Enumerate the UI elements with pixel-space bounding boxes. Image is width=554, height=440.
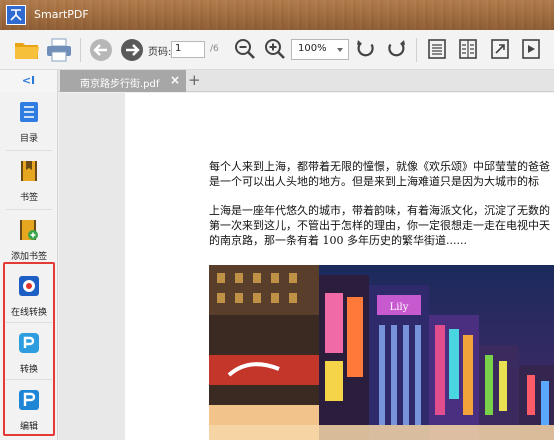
fullscreen-icon[interactable]	[490, 38, 510, 60]
highlight-box	[3, 262, 55, 436]
page-total: /6	[210, 44, 219, 54]
rotate-right-icon[interactable]	[385, 38, 407, 60]
pdf-page: 每个人来到上海，都带着无限的憧憬，就像《欢乐颂》中邱莹莹的爸爸 是一个可以出人头…	[125, 93, 554, 440]
sidebar-item-add-bookmark[interactable]: 添加书签	[0, 210, 58, 268]
app-title: SmartPDF	[34, 8, 89, 21]
print-icon[interactable]	[46, 38, 72, 62]
app-logo-icon	[6, 5, 26, 25]
collapse-sidebar-button[interactable]: <I	[0, 70, 58, 92]
sidebar-item-label: 书签	[19, 193, 38, 203]
close-icon[interactable]: ×	[170, 73, 180, 87]
single-page-view-icon[interactable]	[427, 38, 447, 60]
zoom-value: 100%	[298, 43, 327, 54]
sidebar-item-label: 目录	[19, 134, 38, 144]
paragraph-1-line-2: 是一个可以出人头地的地方。但是来到上海难道只是因为大城市的标	[209, 175, 539, 188]
continuous-view-icon[interactable]	[458, 38, 478, 60]
paragraph-2-line-1: 上海是一座年代悠久的城市，带着韵味，有着海派文化，沉淀了无数的	[209, 204, 550, 217]
zoom-out-icon[interactable]	[234, 38, 256, 60]
sidebar-item-label: 添加书签	[10, 252, 47, 262]
add-bookmark-icon	[20, 220, 38, 240]
paragraph-1-line-1: 每个人来到上海，都带着无限的憧憬，就像《欢乐颂》中邱莹莹的爸爸	[209, 160, 550, 173]
tab-label: 南京路步行街.pdf	[80, 79, 160, 90]
street-photo: Lily	[209, 265, 554, 440]
rotate-left-icon[interactable]	[355, 38, 377, 60]
previous-page-icon[interactable]	[89, 38, 113, 62]
bookmark-icon	[21, 161, 37, 181]
page-number-input[interactable]: 1	[171, 41, 205, 58]
slideshow-icon[interactable]	[521, 38, 541, 60]
page-label: 页码:	[148, 47, 172, 58]
sidebar: 目录 书签 添加书签 在线转换 转换 编辑	[0, 92, 58, 440]
new-tab-button[interactable]: +	[188, 71, 201, 89]
sidebar-item-bookmarks[interactable]: 书签	[0, 151, 58, 209]
list-icon	[20, 102, 38, 122]
sidebar-item-toc[interactable]: 目录	[0, 92, 58, 150]
zoom-in-icon[interactable]	[264, 38, 286, 60]
tab-bar: <I 南京路步行街.pdf × +	[0, 70, 554, 92]
document-viewer[interactable]: 每个人来到上海，都带着无限的憧憬，就像《欢乐颂》中邱莹莹的爸爸 是一个可以出人头…	[59, 93, 554, 440]
paragraph-2-line-3: 的南京路，那一条有着 100 多年历史的繁华街道......	[209, 234, 467, 247]
chevron-down-icon	[337, 48, 343, 52]
svg-text:Lily: Lily	[390, 302, 409, 313]
open-folder-icon[interactable]	[14, 38, 40, 62]
tab-document[interactable]: 南京路步行街.pdf ×	[60, 70, 186, 92]
next-page-icon[interactable]	[120, 38, 144, 62]
title-bar: SmartPDF	[0, 0, 554, 30]
toolbar: 页码: 1 /6 100%	[0, 30, 554, 70]
zoom-select[interactable]: 100%	[291, 39, 349, 60]
paragraph-2-line-2: 第一次来到这儿，不管出于怎样的理由，你一定很想走一走在电视中天	[209, 219, 550, 232]
